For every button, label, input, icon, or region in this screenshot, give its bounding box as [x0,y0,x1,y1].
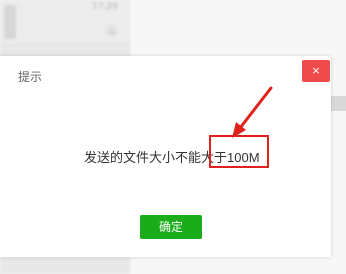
background-time: 17:29 [92,2,118,12]
confirm-button[interactable]: 确定 [140,215,202,239]
bell-mute-icon: 🔕︎ [105,26,118,37]
dialog-title: 提示 [18,70,43,84]
background-chat-item: 17:29 🔕︎ [0,0,130,45]
background-scroll-strip [331,96,346,111]
close-button[interactable]: × [302,60,330,82]
annotation-highlight-box [209,135,269,168]
background-avatar [4,5,16,39]
